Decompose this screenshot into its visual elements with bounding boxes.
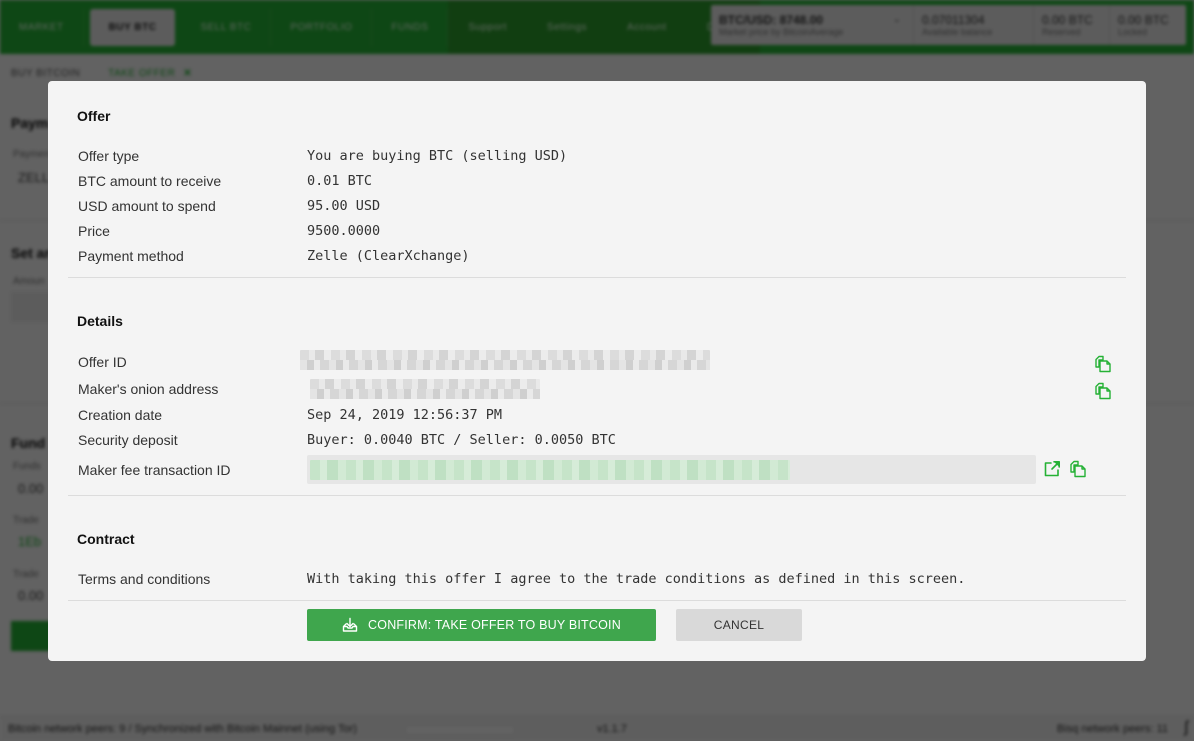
row-label: Creation date — [78, 407, 163, 423]
row-value: 95.00 USD — [307, 198, 381, 214]
row-value: Buyer: 0.0040 BTC / Seller: 0.0050 BTC — [307, 432, 616, 448]
row-label: Offer ID — [78, 354, 127, 370]
security-deposit-row: Security deposit Buyer: 0.0040 BTC / Sel… — [78, 432, 1118, 454]
offer-section-title: Offer — [77, 108, 111, 124]
cancel-button[interactable]: CANCEL — [676, 609, 802, 641]
section-divider — [68, 600, 1126, 601]
row-label: Terms and conditions — [78, 571, 211, 587]
copy-onion-address-icon[interactable] — [1094, 382, 1112, 400]
confirm-take-offer-button[interactable]: CONFIRM: TAKE OFFER TO BUY BITCOIN — [307, 609, 656, 641]
row-label: Maker's onion address — [78, 381, 219, 397]
onion-address-row: Maker's onion address — [78, 381, 1118, 403]
external-link-icon[interactable] — [1043, 460, 1061, 478]
row-value: Sep 24, 2019 12:56:37 PM — [307, 407, 503, 423]
onion-address-redacted — [310, 379, 540, 399]
row-label: USD amount to spend — [78, 198, 216, 214]
price-row: Price 9500.0000 — [78, 223, 1118, 245]
row-value: With taking this offer I agree to the tr… — [307, 571, 966, 587]
payment-method-row: Payment method Zelle (ClearXchange) — [78, 248, 1118, 270]
row-label: Maker fee transaction ID — [78, 462, 231, 478]
offer-type-row: Offer type You are buying BTC (selling U… — [78, 148, 1118, 170]
row-label: Security deposit — [78, 432, 178, 448]
confirm-button-label: CONFIRM: TAKE OFFER TO BUY BITCOIN — [368, 618, 621, 632]
contract-section-title: Contract — [77, 531, 135, 547]
take-offer-dialog: Offer Offer type You are buying BTC (sel… — [48, 81, 1146, 661]
row-value: 0.01 BTC — [307, 173, 373, 189]
section-divider — [68, 277, 1126, 278]
row-value: Zelle (ClearXchange) — [307, 248, 470, 264]
row-value: 9500.0000 — [307, 223, 381, 239]
creation-date-row: Creation date Sep 24, 2019 12:56:37 PM — [78, 407, 1118, 429]
offer-id-redacted — [300, 350, 710, 370]
download-tray-icon — [342, 617, 358, 632]
btc-amount-row: BTC amount to receive 0.01 BTC — [78, 173, 1118, 195]
row-value: You are buying BTC (selling USD) — [307, 148, 568, 164]
row-label: Payment method — [78, 248, 184, 264]
details-section-title: Details — [77, 313, 123, 329]
copy-offer-id-icon[interactable] — [1094, 355, 1112, 373]
section-divider — [68, 495, 1126, 496]
copy-tx-id-icon[interactable] — [1069, 460, 1087, 478]
terms-row: Terms and conditions With taking this of… — [78, 571, 1118, 593]
row-label: Offer type — [78, 148, 140, 164]
cancel-button-label: CANCEL — [713, 618, 765, 632]
usd-amount-row: USD amount to spend 95.00 USD — [78, 198, 1118, 220]
maker-fee-tx-id-redacted — [310, 460, 790, 480]
row-label: Price — [78, 223, 110, 239]
row-label: BTC amount to receive — [78, 173, 222, 189]
